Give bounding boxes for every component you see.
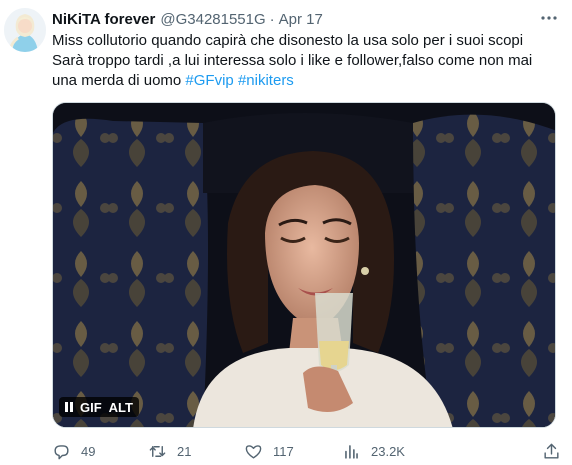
tweet-line-3-text: una merda di uomo: [52, 72, 186, 89]
tweet-text: Miss collutorio quando capirà che disone…: [52, 31, 552, 91]
retweet-button[interactable]: 21: [148, 438, 191, 464]
author-name[interactable]: NiKiTA forever: [52, 11, 155, 28]
retweet-icon: [149, 445, 166, 457]
tweet-header: NiKiTA forever @G34281551G · Apr 17: [52, 9, 323, 29]
like-icon: [245, 444, 262, 459]
views-icon: [345, 444, 358, 459]
alt-badge[interactable]: ALT: [109, 400, 133, 415]
tweet-date[interactable]: Apr 17: [279, 11, 323, 28]
share-icon: [544, 443, 559, 459]
reply-icon: [54, 444, 69, 459]
tweet-actions: 49 21 117 23.2K: [52, 438, 559, 464]
share-button[interactable]: [542, 438, 571, 464]
gif-media[interactable]: GIF ALT: [52, 102, 556, 428]
gif-frame-illustration: [53, 103, 555, 427]
reply-button[interactable]: 49: [52, 438, 95, 464]
tweet-line-1: Miss collutorio quando capirà che disone…: [52, 32, 524, 49]
retweet-count: 21: [177, 443, 192, 459]
views-button[interactable]: 23.2K: [342, 438, 405, 464]
header-separator: ·: [269, 10, 275, 28]
reply-count: 49: [81, 443, 96, 459]
more-button[interactable]: [538, 8, 560, 28]
hashtag-nikiters[interactable]: #nikiters: [238, 72, 294, 89]
like-count: 117: [273, 443, 294, 459]
hashtag-gfvip[interactable]: #GFvip: [185, 72, 233, 89]
pause-icon[interactable]: [65, 402, 73, 412]
avatar[interactable]: [4, 8, 46, 52]
author-handle[interactable]: @G34281551G: [160, 11, 265, 28]
gif-controls: GIF ALT: [59, 397, 139, 417]
views-count: 23.2K: [371, 443, 405, 459]
more-icon: [541, 16, 557, 20]
tweet-line-2: Sarà troppo tardi ,a lui interessa solo …: [52, 52, 533, 69]
gif-badge: GIF: [80, 399, 102, 415]
like-button[interactable]: 117: [244, 438, 294, 464]
avatar-image: [4, 8, 46, 52]
tweet-line-3: una merda di uomo #GFvip #nikiters: [52, 71, 552, 91]
